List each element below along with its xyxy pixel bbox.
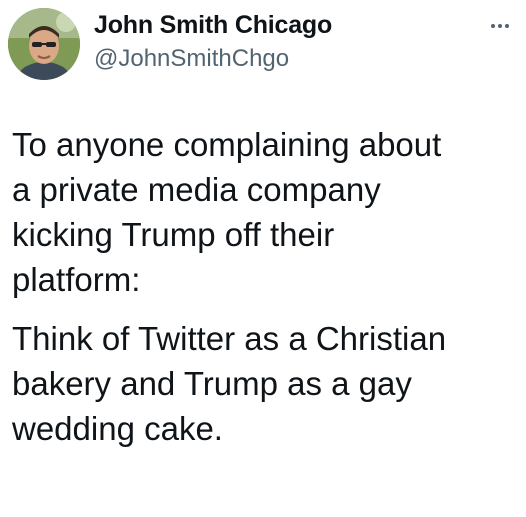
tweet-card: John Smith Chicago @JohnSmithChgo To any… xyxy=(0,0,526,517)
author-display-name[interactable]: John Smith Chicago xyxy=(94,10,332,40)
tweet-paragraph-2: Think of Twitter as a Christian bakery a… xyxy=(12,320,447,447)
tweet-text: To anyone complaining about a private me… xyxy=(12,122,517,451)
author-avatar[interactable] xyxy=(8,8,80,80)
avatar-photo-icon xyxy=(8,8,80,80)
more-options-button[interactable] xyxy=(486,16,514,36)
author-handle[interactable]: @JohnSmithChgo xyxy=(94,44,332,74)
more-dots-icon xyxy=(505,24,509,28)
more-dots-icon xyxy=(491,24,495,28)
author-info: John Smith Chicago @JohnSmithChgo xyxy=(94,10,332,74)
more-dots-icon xyxy=(498,24,502,28)
tweet-paragraph-1: To anyone complaining about a private me… xyxy=(12,126,442,298)
